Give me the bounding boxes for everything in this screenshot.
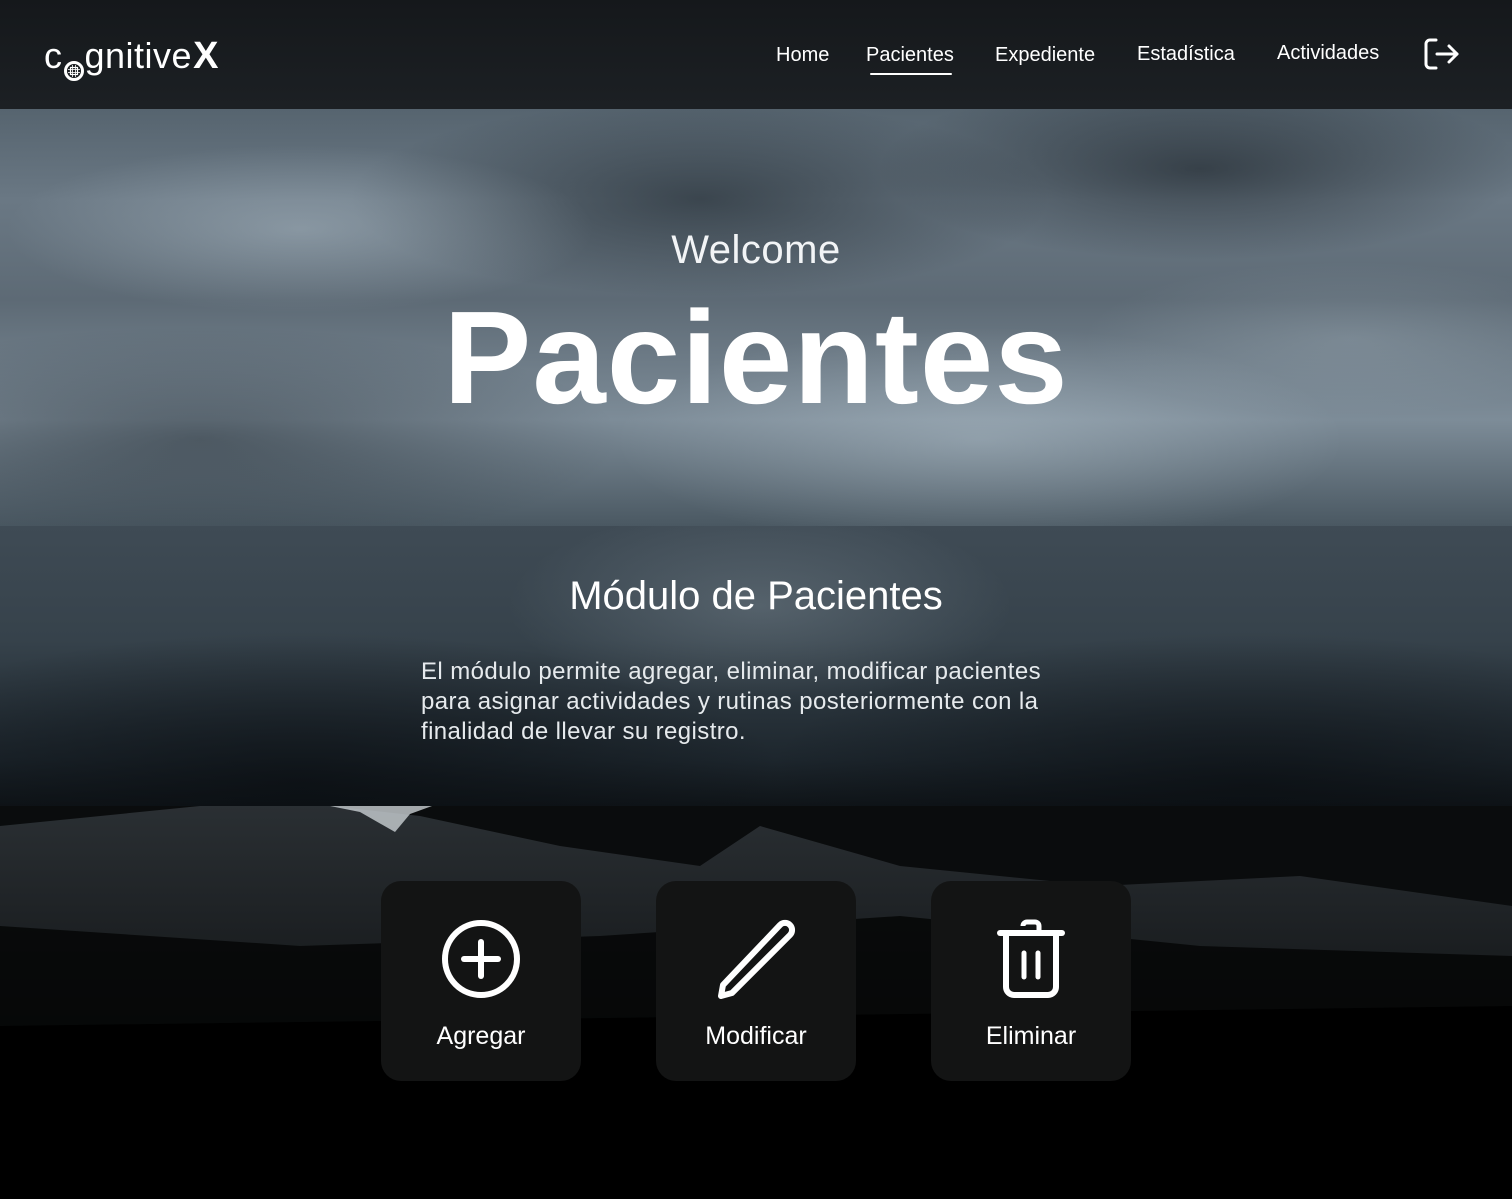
nav-item-pacientes[interactable]: Pacientes — [866, 44, 954, 75]
plus-circle-icon — [442, 920, 520, 998]
trash-icon — [997, 919, 1065, 998]
add-patient-button[interactable]: Agregar — [381, 881, 581, 1081]
module-description: El módulo permite agregar, eliminar, mod… — [421, 658, 1042, 745]
pencil-icon — [718, 919, 796, 999]
delete-button-label: Eliminar — [985, 1022, 1077, 1050]
logout-icon[interactable] — [1424, 38, 1460, 70]
module-title: Módulo de Pacientes — [569, 574, 943, 618]
modify-patient-button[interactable]: Modificar — [656, 881, 856, 1081]
nav-item-home[interactable]: Home — [776, 44, 829, 67]
nav-item-estadistica[interactable]: Estadística — [1137, 43, 1235, 66]
delete-patient-button[interactable]: Eliminar — [931, 881, 1131, 1081]
logo-text-x: X — [193, 34, 219, 77]
nav-item-actividades[interactable]: Actividades — [1277, 42, 1379, 65]
logo-text-rest: gnitive — [84, 35, 193, 76]
brain-chip-icon — [63, 48, 84, 81]
welcome-text: Welcome — [671, 228, 841, 272]
page: c gnitive X Home Pacientes Expediente Es… — [0, 0, 1512, 1199]
add-button-label: Agregar — [436, 1022, 526, 1050]
logo-text-prefix: c — [44, 35, 63, 76]
cognitivex-logo[interactable]: c gnitive X — [44, 34, 219, 81]
top-navigation-bar: c gnitive X Home Pacientes Expediente Es… — [0, 0, 1512, 109]
modify-button-label: Modificar — [705, 1022, 807, 1050]
page-title: Pacientes — [443, 284, 1069, 431]
nav-item-expediente[interactable]: Expediente — [995, 44, 1095, 67]
